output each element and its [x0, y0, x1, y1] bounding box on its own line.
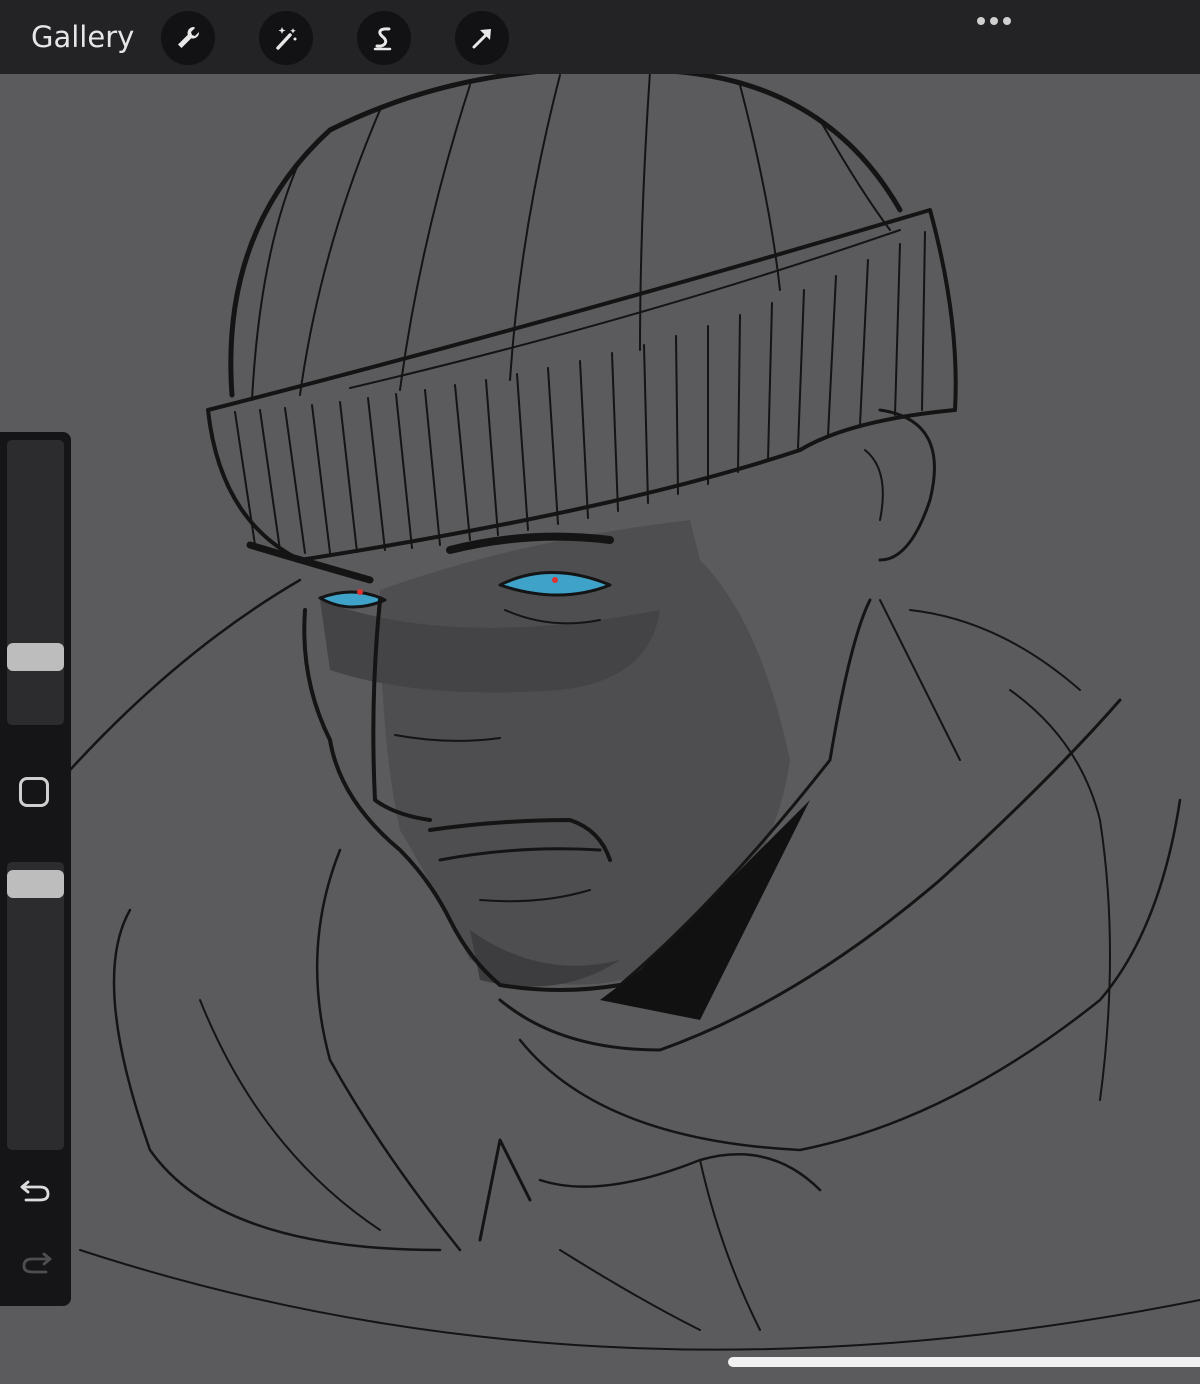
more-dots-icon	[977, 17, 985, 25]
magic-wand-icon	[276, 27, 297, 50]
top-toolbar: Gallery	[0, 0, 1200, 74]
wrench-icon	[178, 26, 200, 48]
brush-size-slider[interactable]	[7, 440, 64, 725]
gallery-button[interactable]: Gallery	[31, 18, 134, 56]
more-options-button[interactable]	[972, 12, 1016, 30]
brush-size-thumb[interactable]	[7, 643, 64, 672]
undo-button[interactable]	[18, 1175, 54, 1205]
actions-button[interactable]	[161, 11, 215, 65]
selection-button[interactable]	[357, 11, 411, 65]
transform-button[interactable]	[455, 11, 509, 65]
opacity-thumb[interactable]	[7, 869, 64, 898]
redo-button[interactable]	[18, 1247, 54, 1277]
opacity-slider[interactable]	[7, 862, 64, 1150]
redo-icon	[22, 1252, 52, 1274]
sketch-artwork	[68, 66, 1200, 1351]
home-indicator	[728, 1357, 1200, 1367]
square-icon[interactable]	[19, 777, 49, 807]
selection-icon	[373, 27, 392, 51]
tool-sidebar	[0, 432, 71, 1306]
drawing-canvas[interactable]	[0, 66, 1200, 1380]
adjustments-button[interactable]	[259, 11, 313, 65]
transform-arrow-icon	[472, 29, 491, 49]
undo-icon	[20, 1180, 50, 1202]
